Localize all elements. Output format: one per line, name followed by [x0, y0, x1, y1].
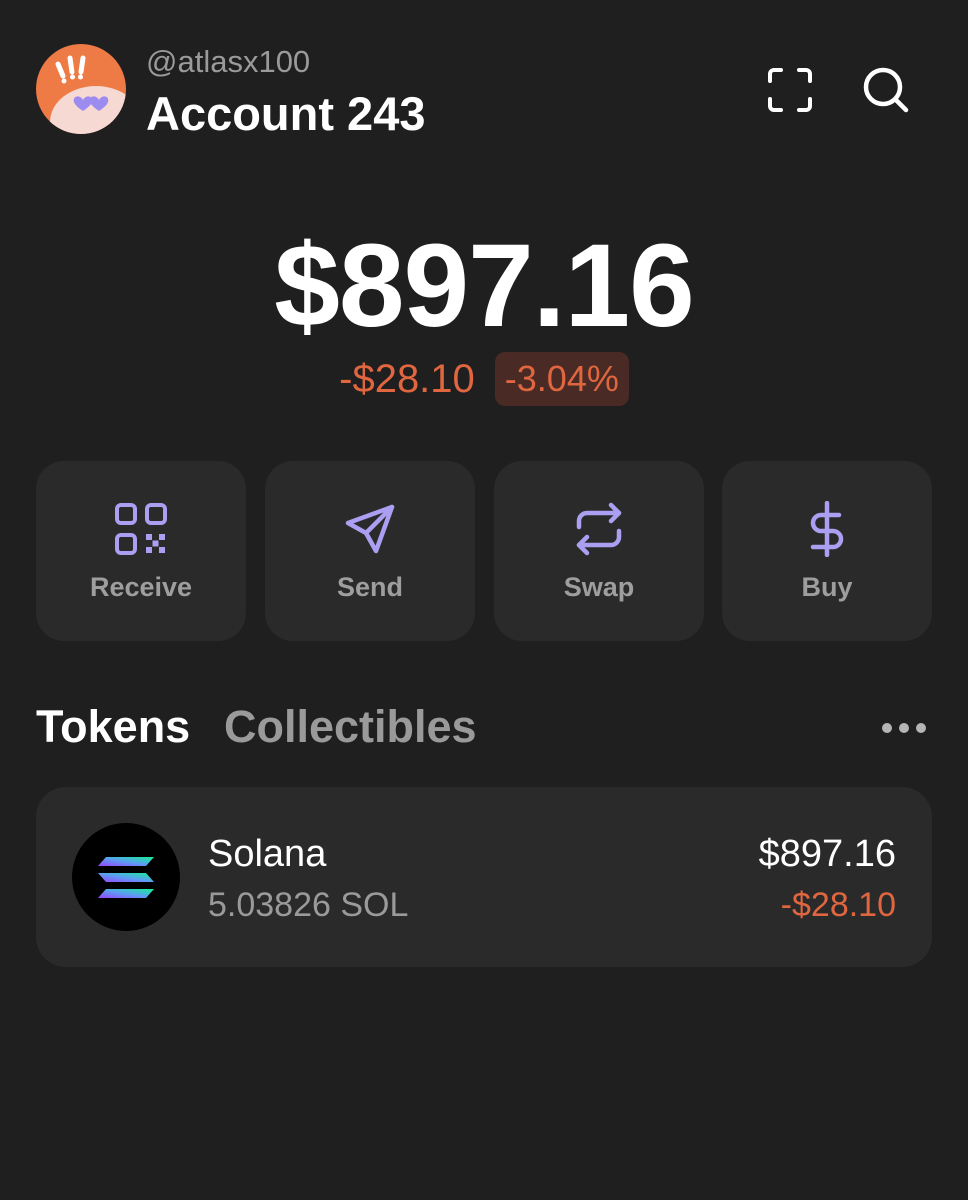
buy-label: Buy	[801, 572, 853, 602]
tab-collectibles[interactable]: Collectibles	[224, 701, 477, 753]
balance-change-percent-badge: -3.04%	[494, 352, 629, 406]
solana-logo-icon	[72, 823, 180, 931]
dollar-icon	[810, 501, 844, 557]
swap-label: Swap	[563, 572, 635, 602]
search-button[interactable]	[858, 62, 914, 118]
more-horizontal-icon	[882, 723, 892, 733]
more-dot	[916, 723, 926, 733]
more-dot	[899, 723, 909, 733]
wallet-home: @atlasx100 Account 243 $897.16 -$28.10 -…	[0, 0, 968, 1200]
action-buttons: Receive Send Swap Buy	[36, 461, 932, 641]
token-name: Solana	[208, 833, 327, 875]
token-value: $897.16	[758, 833, 896, 875]
scan-qr-icon	[768, 68, 812, 112]
send-button[interactable]: Send	[265, 461, 475, 641]
account-name[interactable]: Account 243	[146, 86, 425, 141]
token-amount: 5.03826 SOL	[208, 886, 409, 924]
send-label: Send	[336, 572, 403, 602]
more-options-button[interactable]	[876, 713, 932, 743]
scan-button[interactable]	[762, 62, 818, 118]
qr-code-icon	[115, 503, 167, 555]
tab-tokens[interactable]: Tokens	[36, 701, 190, 753]
buy-button[interactable]: Buy	[722, 461, 932, 641]
account-header: @atlasx100 Account 243	[36, 44, 932, 140]
receive-button[interactable]: Receive	[36, 461, 246, 641]
total-balance: $897.16	[274, 220, 695, 352]
account-avatar[interactable]	[36, 44, 126, 134]
swap-icon	[576, 502, 622, 556]
token-row-solana[interactable]: Solana 5.03826 SOL $897.16 -$28.10	[36, 787, 932, 967]
search-icon	[863, 67, 909, 113]
username: @atlasx100	[146, 44, 311, 79]
send-icon	[345, 504, 395, 554]
token-change: -$28.10	[780, 886, 896, 924]
asset-tabs: Tokens Collectibles	[36, 701, 932, 761]
balance-change: -$28.10 -3.04%	[0, 352, 968, 406]
receive-label: Receive	[89, 572, 193, 602]
swap-button[interactable]: Swap	[494, 461, 704, 641]
balance-change-amount: -$28.10	[339, 356, 475, 401]
